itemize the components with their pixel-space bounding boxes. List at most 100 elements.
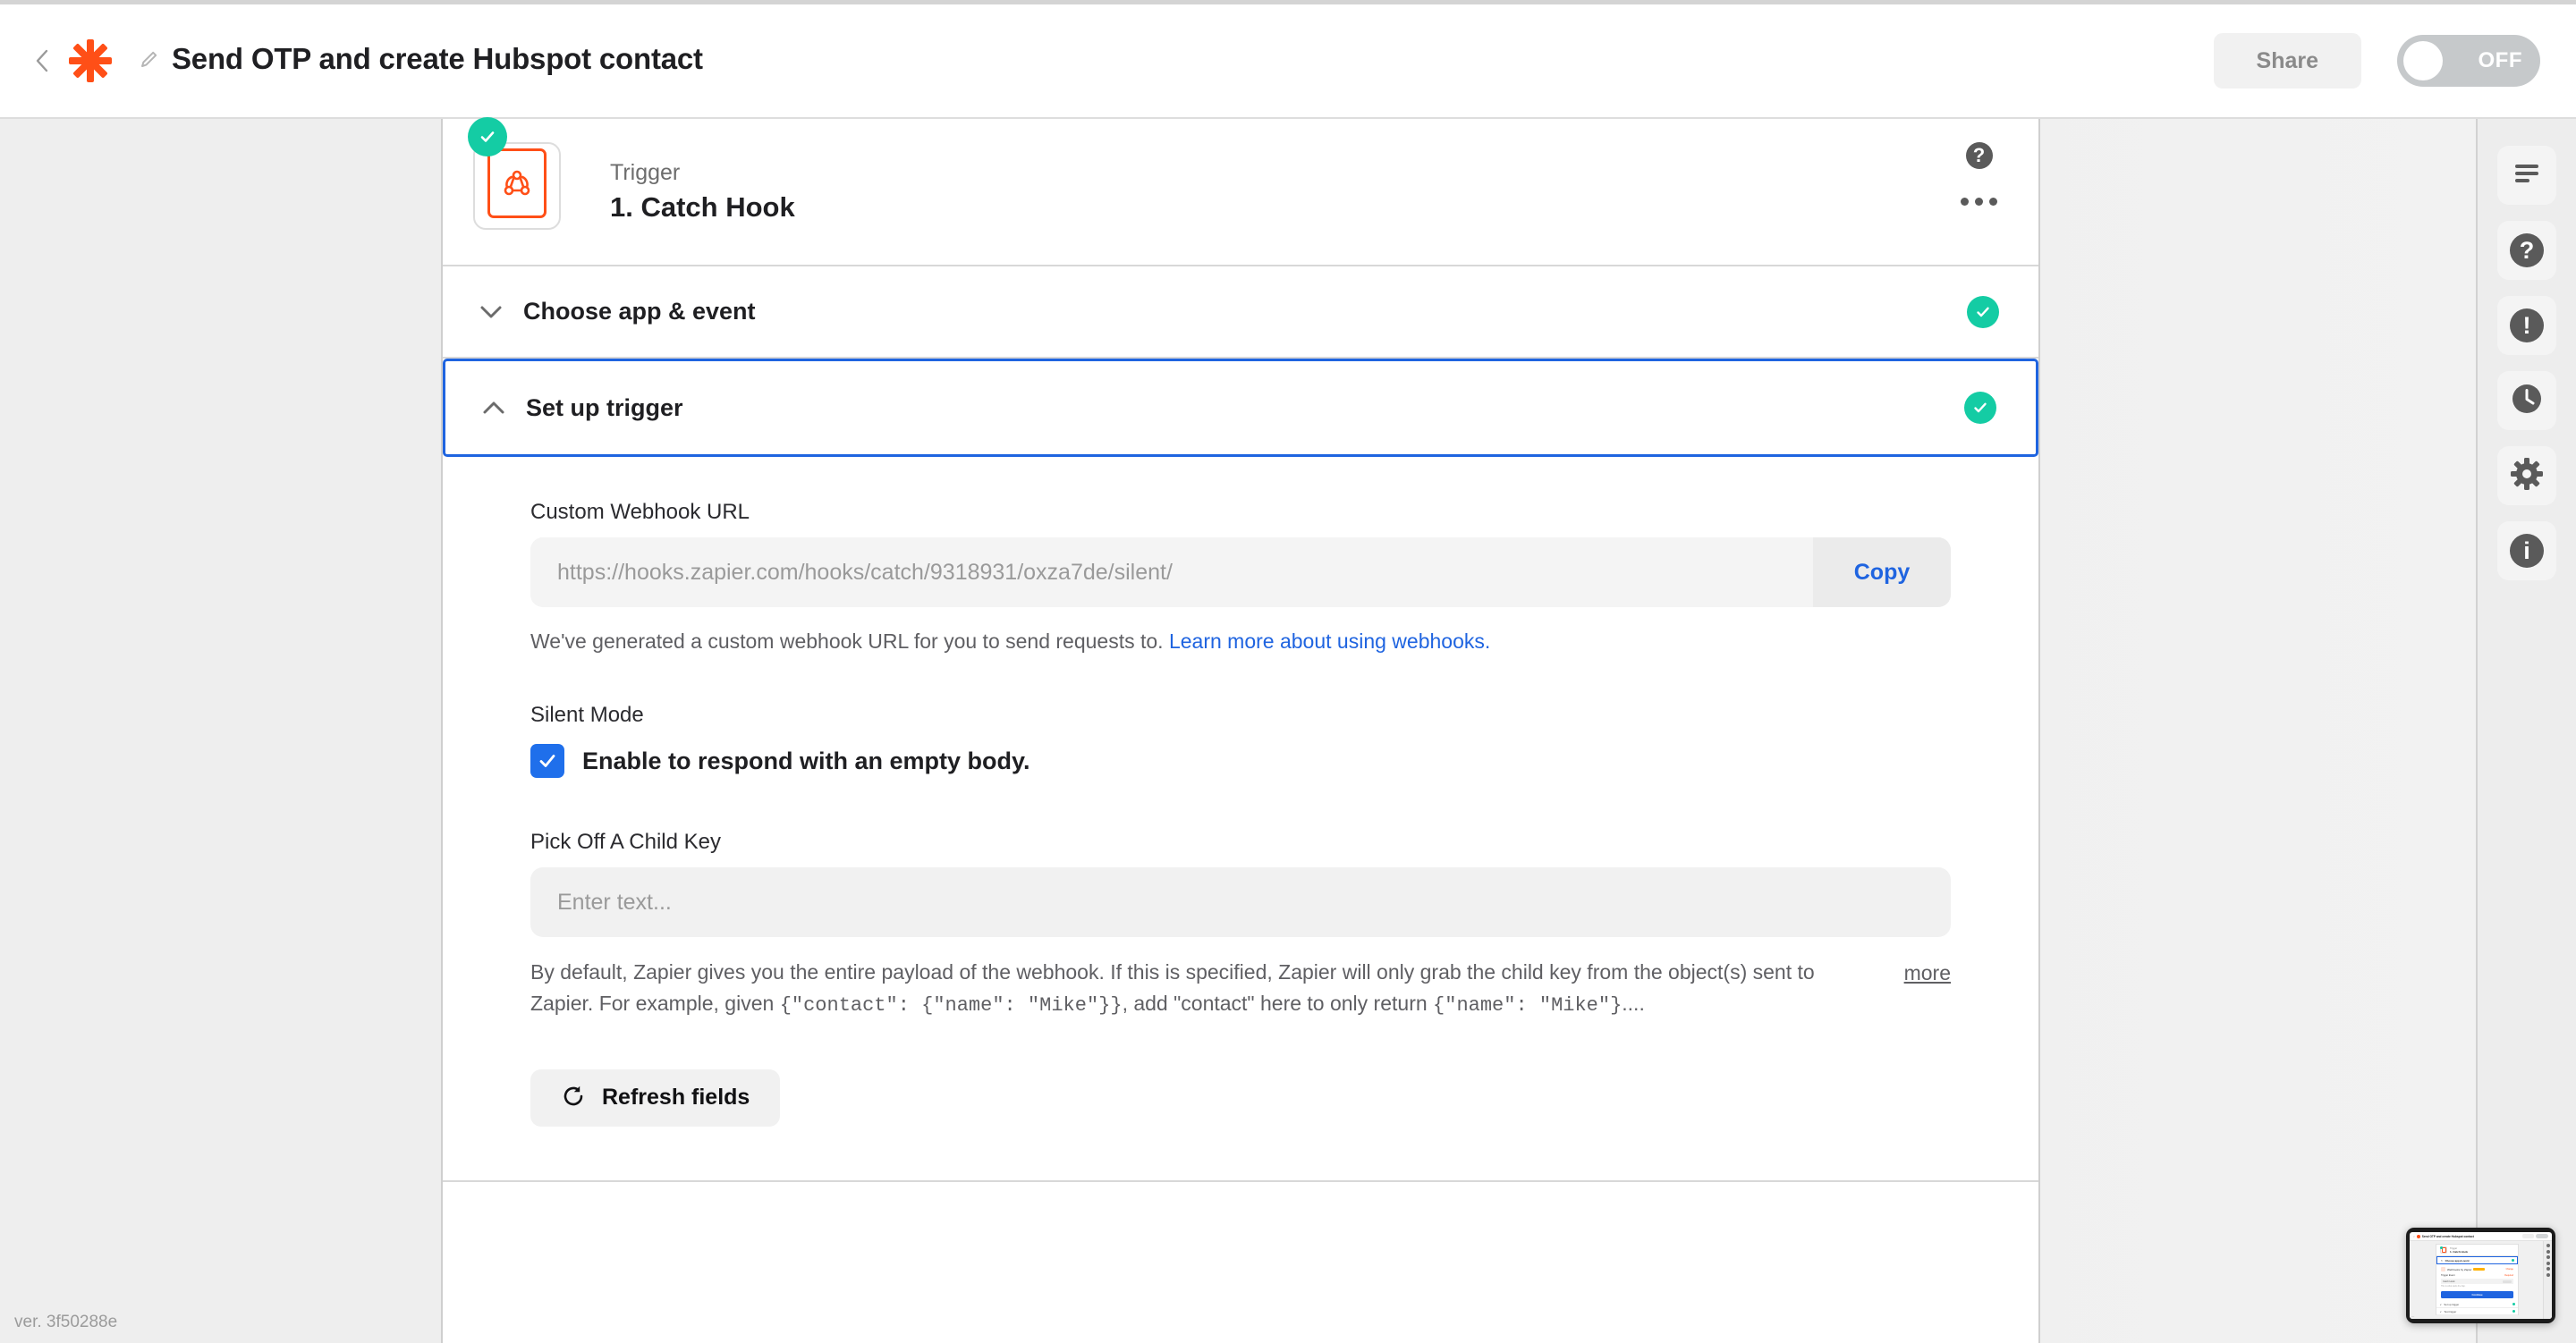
thumbnail-right-rail (2543, 1241, 2552, 1319)
thumbnail-close-link: Close (2436, 1315, 2518, 1319)
thumbnail-required-badge: Required (2504, 1274, 2513, 1277)
help-icon: ? (2510, 233, 2544, 267)
section-label: Choose app & event (523, 298, 756, 325)
thumbnail-chevron-up-icon: ^ (2441, 1258, 2443, 1263)
step-kicker: Trigger (610, 160, 681, 185)
thumbnail-step-text: Trigger 1. Catch Hook (2450, 1246, 2468, 1254)
thumbnail-hint: This is what starts the Zap. (2441, 1286, 2466, 1288)
section-choose-app-event[interactable]: Choose app & event (443, 266, 2038, 359)
thumbnail-row-set-up-trigger: v Set up trigger (2436, 1301, 2518, 1308)
thumbnail-status-badge (2512, 1310, 2515, 1313)
thumbnail-title: Send OTP and create Hubspot contact (2421, 1234, 2474, 1238)
panel-spacer (443, 1181, 2038, 1343)
child-key-description: By default, Zapier gives you the entire … (530, 957, 1951, 1020)
copy-button[interactable]: Copy (1813, 537, 1951, 607)
thumbnail-trigger-event-label: Trigger Event (2441, 1274, 2455, 1277)
thumbnail-row-label: Set up trigger (2444, 1302, 2460, 1306)
thumbnail-field-label-row: Trigger Event Required (2441, 1274, 2513, 1277)
webhook-url-field[interactable]: https://hooks.zapier.com/hooks/catch/931… (530, 537, 1951, 607)
desc-code-2: {"name": "Mike"} (1433, 994, 1623, 1018)
page-title: Send OTP and create Hubspot contact (172, 41, 703, 75)
question-mark-icon[interactable]: ? (1965, 142, 1993, 169)
version-label: ver. 3f50288e (14, 1313, 118, 1331)
zapier-editor-screen: Send OTP and create Hubspot contact Shar… (0, 0, 2576, 1343)
webhook-url-value: https://hooks.zapier.com/hooks/catch/931… (530, 537, 1813, 607)
refresh-icon (561, 1084, 586, 1111)
chevron-left-icon (34, 47, 50, 74)
rail-button-alerts[interactable]: ! (2497, 296, 2556, 355)
thumbnail-check-icon (2439, 1246, 2443, 1249)
chevron-up-icon (476, 401, 512, 415)
checkbox-checked-icon[interactable] (530, 744, 564, 779)
rail-button-help[interactable]: ? (2497, 221, 2556, 280)
thumbnail-row-label: Choose app & event (2445, 1258, 2470, 1263)
thumbnail-toggle (2536, 1234, 2548, 1238)
toggle-knob (2403, 41, 2443, 80)
thumbnail-status-badge (2512, 1259, 2514, 1262)
thumbnail-chevron-icon: < (2413, 1234, 2415, 1238)
rail-button-settings[interactable] (2497, 446, 2556, 505)
ellipsis-icon[interactable] (1959, 190, 1999, 213)
thumbnail-row-choose-app: ^ Choose app & event (2436, 1256, 2518, 1264)
notes-icon (2512, 161, 2542, 190)
desc-code-1: {"contact": {"name": "Mike"}} (779, 994, 1123, 1018)
thumbnail-chevron-down-icon: v (2440, 1302, 2442, 1306)
preview-thumbnail[interactable]: < Send OTP and create Hubspot contact Tr… (2406, 1228, 2555, 1323)
pencil-icon (138, 47, 161, 71)
thumbnail-app-name: Webhooks by Zapier (2447, 1267, 2472, 1271)
desc-part-3: .... (1622, 992, 1645, 1016)
thumbnail-step-header: Trigger 1. Catch Hook (2436, 1245, 2518, 1256)
back-button[interactable] (30, 41, 54, 80)
more-link[interactable]: more (1904, 958, 1951, 989)
thumbnail-header: < Send OTP and create Hubspot contact (2410, 1232, 2552, 1241)
share-button[interactable]: Share (2213, 33, 2361, 89)
rail-button-info[interactable]: i (2497, 521, 2556, 580)
thumbnail-trigger-event-select: Catch Hook (2441, 1279, 2513, 1284)
refresh-fields-button[interactable]: Refresh fields (530, 1068, 781, 1127)
thumbnail-app-icon (2439, 1246, 2447, 1254)
thumbnail-continue-button: Continue (2441, 1291, 2513, 1298)
zap-title-group[interactable]: Send OTP and create Hubspot contact (138, 42, 703, 80)
silent-mode-checkbox-label: Enable to respond with an empty body. (582, 747, 1030, 774)
zap-on-off-toggle[interactable]: OFF (2397, 35, 2540, 87)
app-header: Send OTP and create Hubspot contact Shar… (0, 4, 2576, 119)
history-clock-icon (2510, 382, 2544, 420)
child-key-input[interactable] (530, 867, 1951, 938)
step-header: Trigger 1. Catch Hook ? (443, 116, 2038, 266)
chevron-down-icon (473, 305, 509, 319)
toggle-state-label: OFF (2478, 48, 2522, 72)
settings-gear-icon (2510, 457, 2544, 495)
thumbnail-section-body: Webhooks by Zapier Change Trigger Event … (2436, 1264, 2518, 1301)
webhook-icon (487, 148, 547, 218)
thumbnail-chevron-down-icon: v (2440, 1309, 2442, 1313)
rail-button-history[interactable] (2497, 371, 2556, 430)
step-title: 1. Catch Hook (610, 191, 795, 223)
thumbnail-app-badge (2473, 1267, 2486, 1271)
check-circle-icon (468, 116, 507, 156)
rail-button-notes[interactable] (2497, 146, 2556, 205)
zapier-logo-icon[interactable] (64, 35, 116, 87)
thumbnail-app-logo-icon (2441, 1267, 2445, 1271)
section-set-up-trigger[interactable]: Set up trigger (443, 359, 2038, 457)
status-badge (1964, 392, 1996, 424)
silent-mode-checkbox-row[interactable]: Enable to respond with an empty body. (530, 744, 1951, 779)
webhooks-learn-more-link[interactable]: Learn more about using webhooks. (1169, 629, 1490, 653)
info-icon: i (2510, 534, 2544, 568)
right-rail: ? ! i (2476, 119, 2576, 1343)
status-badge (1967, 295, 1999, 328)
thumbnail-row-label: Test trigger (2444, 1309, 2457, 1313)
silent-mode-label: Silent Mode (530, 703, 644, 728)
thumbnail-share-button (2522, 1234, 2534, 1238)
thumbnail-trigger-event-value: Catch Hook (2443, 1280, 2455, 1283)
thumbnail-header-actions (2522, 1234, 2548, 1238)
alert-icon: ! (2510, 308, 2544, 342)
refresh-fields-label: Refresh fields (602, 1085, 750, 1111)
thumbnail-app-row: Webhooks by Zapier Change (2441, 1267, 2513, 1271)
editor-body: Trigger 1. Catch Hook ? Choose app & eve… (0, 116, 2576, 1343)
step-card: Trigger 1. Catch Hook ? Choose app & eve… (441, 116, 2040, 1343)
thumbnail-version: ver. (2411, 1316, 2415, 1318)
webhook-help-sentence: We've generated a custom webhook URL for… (530, 629, 1164, 653)
thumbnail-step-name: 1. Catch Hook (2450, 1250, 2469, 1254)
thumbnail-row-test-trigger: v Test trigger (2436, 1308, 2518, 1315)
thumbnail-status-badge (2512, 1303, 2515, 1305)
